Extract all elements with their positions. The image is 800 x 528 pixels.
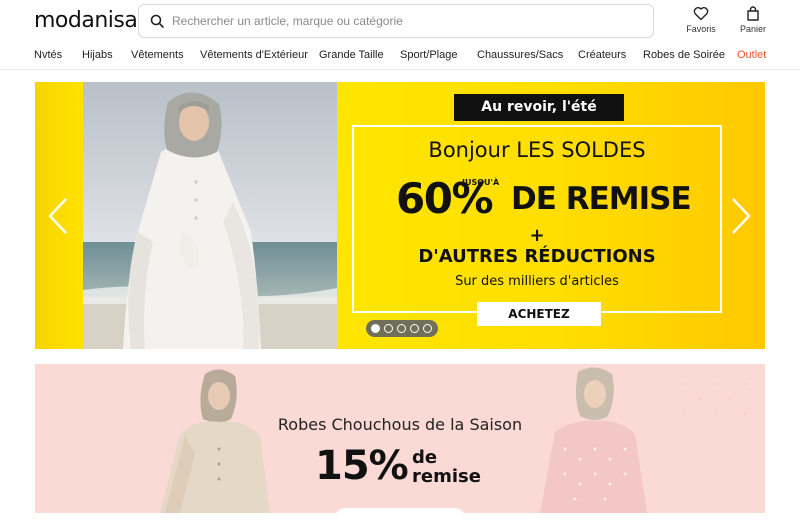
nav-item-outerwear[interactable]: Vêtements d'Extérieur	[200, 49, 308, 61]
promo-title: Robes Chouchous de la Saison	[277, 415, 523, 434]
nav-item-hijabs[interactable]: Hijabs	[82, 49, 113, 61]
nav-item-sport-beach[interactable]: Sport/Plage	[400, 49, 457, 61]
carousel-dot-2[interactable]	[384, 324, 393, 333]
promo-remise-text: remise	[412, 466, 481, 487]
carousel-dots	[366, 320, 438, 337]
promo-button[interactable]	[335, 508, 465, 528]
hero-other-discounts: D'AUTRES RÉDUCTIONS	[418, 246, 656, 267]
search-bar[interactable]	[138, 4, 654, 38]
hero-plus: +	[529, 225, 545, 246]
promo-percent: 15%	[315, 443, 409, 489]
hero-subtitle: Sur des milliers d'articles	[455, 274, 619, 289]
nav-item-outlet[interactable]: Outlet	[737, 49, 766, 61]
favorites-button[interactable]: Favoris	[681, 6, 721, 34]
nav-item-plus-size[interactable]: Grande Taille	[319, 49, 384, 61]
hero-headline: Bonjour LES SOLDES	[428, 138, 646, 162]
cart-button[interactable]: Panier	[733, 6, 773, 34]
shopping-bag-icon	[747, 6, 759, 21]
hero-model-photo	[83, 82, 337, 349]
promo-models-illustration	[160, 367, 747, 513]
cart-label: Panier	[739, 24, 766, 34]
nav-item-evening-dresses[interactable]: Robes de Soirée	[643, 49, 725, 61]
promo-discount-label: de remise	[412, 448, 492, 486]
shop-now-button[interactable]: ACHETEZ	[477, 302, 601, 326]
heart-icon	[693, 7, 709, 21]
promo-banner[interactable]	[35, 364, 765, 513]
nav-item-new[interactable]: Nvtés	[34, 49, 62, 61]
chevron-left-icon	[48, 198, 67, 234]
favorites-label: Favoris	[686, 24, 716, 34]
hero-remise: DE REMISE	[511, 181, 692, 217]
nav-item-clothing[interactable]: Vêtements	[131, 49, 184, 61]
search-icon	[150, 14, 164, 28]
nav-item-designers[interactable]: Créateurs	[578, 49, 626, 61]
site-logo[interactable]: modanisa	[34, 8, 138, 33]
hero-up-to: JUSQU'À	[462, 178, 500, 187]
nav-item-shoes-bags[interactable]: Chaussures/Sacs	[477, 49, 563, 61]
carousel-dot-5[interactable]	[423, 324, 432, 333]
carousel-dot-1[interactable]	[371, 324, 380, 333]
carousel-next-button[interactable]	[729, 196, 753, 236]
search-input[interactable]	[172, 5, 642, 37]
carousel-prev-button[interactable]	[46, 196, 70, 236]
hero-tag: Au revoir, l'été	[454, 94, 624, 121]
chevron-right-icon	[732, 198, 751, 234]
main-navigation: Nvtés Hijabs Vêtements Vêtements d'Extér…	[0, 49, 800, 65]
carousel-dot-3[interactable]	[397, 324, 406, 333]
carousel-dot-4[interactable]	[410, 324, 419, 333]
site-header: modanisa Favoris Panier Nvtés Hijabs Vêt…	[0, 0, 800, 70]
promo-de-text: de	[412, 447, 438, 468]
